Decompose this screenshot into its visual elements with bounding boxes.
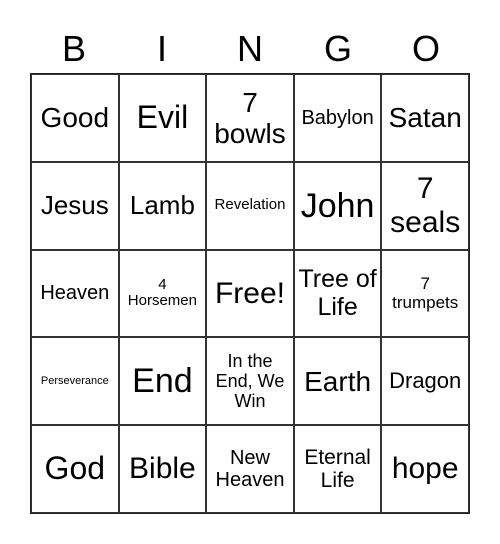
bingo-cell[interactable]: Evil [118,74,207,162]
bingo-cell[interactable]: Perseverance [31,337,119,426]
header-letter-i: I [156,28,167,69]
bingo-grid: Good Evil 7 bowls Babylon Satan Jesus La… [30,73,470,514]
bingo-cell[interactable]: Jesus [31,161,119,250]
bingo-cell[interactable]: God [31,425,119,513]
bingo-cell[interactable]: 4 Horsemen [118,249,207,338]
bingo-cell[interactable]: 7 trumpets [381,249,469,338]
bingo-cell[interactable]: Earth [293,337,382,426]
bingo-cell[interactable]: 7 bowls [206,74,294,162]
header-letter-b: B [61,28,86,69]
bingo-cell[interactable]: hope [381,425,469,513]
bingo-cell[interactable]: Babylon [293,74,382,162]
bingo-cell[interactable]: Satan [381,74,469,162]
bingo-cell[interactable]: Dragon [381,337,469,426]
bingo-cell[interactable]: Tree of Life [293,249,382,338]
bingo-cell[interactable]: John [293,161,382,250]
bingo-cell[interactable]: 7 seals [381,161,469,250]
header-letter-o: O [411,28,440,69]
header-letter-g: G [323,28,352,69]
bingo-cell[interactable]: New Heaven [206,425,294,513]
bingo-cell[interactable]: Good [31,74,119,162]
bingo-cell[interactable]: Bible [118,425,207,513]
bingo-cell[interactable]: Revelation [206,161,294,250]
bingo-cell[interactable]: In the End, We Win [206,337,294,426]
bingo-header: B I N G O [30,26,470,72]
bingo-cell[interactable]: Heaven [31,249,119,338]
bingo-cell[interactable]: Lamb [118,161,207,250]
bingo-cell[interactable]: End [118,337,207,426]
header-letter-n: N [237,28,263,69]
bingo-cell[interactable]: Eternal Life [293,425,382,513]
free-space-cell[interactable]: Free! [206,249,294,338]
